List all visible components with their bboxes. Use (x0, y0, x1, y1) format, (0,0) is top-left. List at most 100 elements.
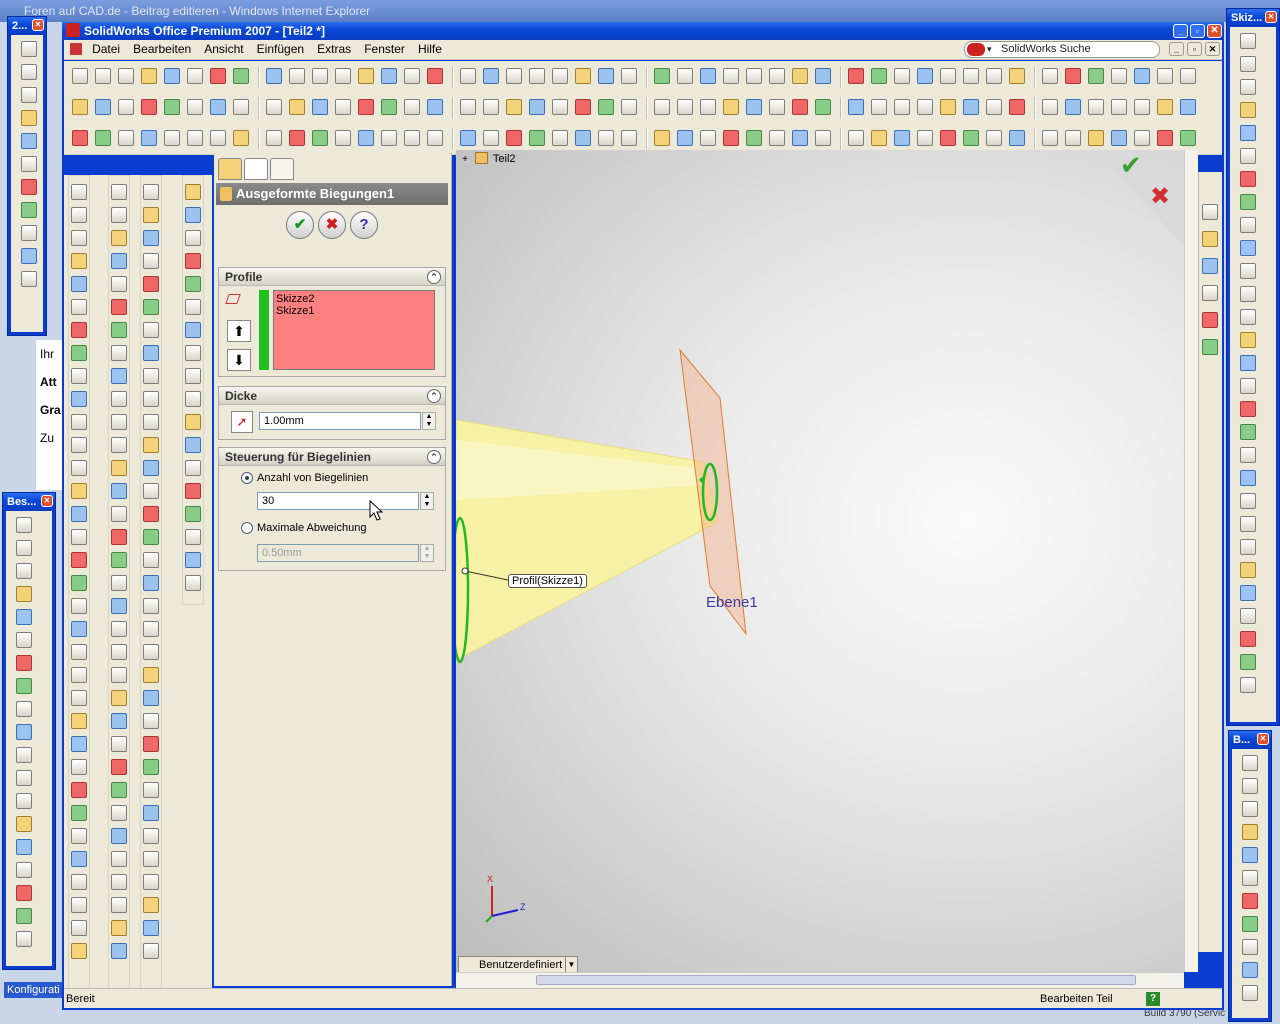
toolbar-tool-icon[interactable] (143, 851, 159, 867)
toolbar-tool-icon[interactable] (1242, 778, 1258, 794)
toolbar-tool-icon[interactable] (185, 253, 201, 269)
toolbar-tool-icon[interactable] (621, 68, 637, 84)
toolbar-tool-icon[interactable] (71, 943, 87, 959)
toolbar-tool-icon[interactable] (848, 130, 864, 146)
doc-close-button[interactable]: ✕ (1205, 42, 1220, 56)
toolbar-tool-icon[interactable] (185, 207, 201, 223)
bend-lines-count-input[interactable]: 30 (257, 492, 419, 510)
callout-label[interactable]: Profil(Skizze1) (508, 574, 587, 588)
toolbar-tool-icon[interactable] (871, 68, 887, 84)
toolbar-tool-icon[interactable] (1111, 99, 1127, 115)
toolbar-tool-icon[interactable] (506, 99, 522, 115)
toolbar-tool-icon[interactable] (986, 99, 1002, 115)
toolbar-tool-icon[interactable] (111, 184, 127, 200)
toolbar-tool-icon[interactable] (815, 68, 831, 84)
toolbar-tool-icon[interactable] (16, 862, 32, 878)
toolbar-tool-icon[interactable] (404, 68, 420, 84)
toolbar-tool-icon[interactable] (16, 678, 32, 694)
toolbar-tool-icon[interactable] (143, 414, 159, 430)
toolbar-tool-icon[interactable] (143, 437, 159, 453)
toolbar-tool-icon[interactable] (1242, 755, 1258, 771)
toolbar-tool-icon[interactable] (111, 782, 127, 798)
toolbar-tool-icon[interactable] (723, 130, 739, 146)
doc-restore-button[interactable]: ▫ (1187, 42, 1202, 56)
toolbar-tool-icon[interactable] (1042, 68, 1058, 84)
toolbar-tool-icon[interactable] (404, 99, 420, 115)
toolbar-tool-icon[interactable] (16, 770, 32, 786)
toolbar-tool-icon[interactable] (21, 110, 37, 126)
toolbar-tool-icon[interactable] (963, 99, 979, 115)
toolbar-tool-icon[interactable] (1240, 332, 1256, 348)
toolbar-tool-icon[interactable] (185, 575, 201, 591)
toolbar-tool-icon[interactable] (1240, 148, 1256, 164)
toolbar-tool-icon[interactable] (1240, 263, 1256, 279)
toolbar-tool-icon[interactable] (71, 667, 87, 683)
toolbar-tool-icon[interactable] (1202, 231, 1218, 247)
toolbar-tool-icon[interactable] (1242, 824, 1258, 840)
menu-fenster[interactable]: Fenster (359, 40, 410, 58)
toolbar-tool-icon[interactable] (1240, 516, 1256, 532)
toolbar-tool-icon[interactable] (1242, 962, 1258, 978)
toolbar-tool-icon[interactable] (335, 99, 351, 115)
toolbar-tool-icon[interactable] (111, 897, 127, 913)
document-menu-icon[interactable] (70, 43, 82, 55)
toolbar-tool-icon[interactable] (111, 207, 127, 223)
toolbar-tool-icon[interactable] (598, 68, 614, 84)
toolbar-tool-icon[interactable] (111, 552, 127, 568)
toolbar-tool-icon[interactable] (1180, 68, 1196, 84)
toolbar-tool-icon[interactable] (143, 621, 159, 637)
taskbar-konfiguration[interactable]: Konfigurati (4, 982, 64, 998)
toolbar-tool-icon[interactable] (1240, 355, 1256, 371)
toolbar-tool-icon[interactable] (111, 345, 127, 361)
toolbar-tool-icon[interactable] (111, 598, 127, 614)
toolbar-tool-icon[interactable] (95, 99, 111, 115)
toolbar-tool-icon[interactable] (71, 437, 87, 453)
minimize-button[interactable]: _ (1173, 24, 1188, 38)
toolbar-tool-icon[interactable] (654, 130, 670, 146)
toolbar-tool-icon[interactable] (143, 598, 159, 614)
toolbar-tool-icon[interactable] (460, 99, 476, 115)
toolbar-tool-icon[interactable] (233, 99, 249, 115)
toolbar-tool-icon[interactable] (312, 130, 328, 146)
toolbar-tool-icon[interactable] (111, 828, 127, 844)
search-box[interactable]: ▾ SolidWorks Suche (964, 41, 1160, 58)
toolbar-tool-icon[interactable] (1240, 585, 1256, 601)
toolbar-tool-icon[interactable] (185, 322, 201, 338)
tab-featuremanager[interactable] (218, 158, 242, 180)
toolbar-tool-icon[interactable] (143, 253, 159, 269)
toolbar-tool-icon[interactable] (1180, 99, 1196, 115)
toolbar-tool-icon[interactable] (71, 713, 87, 729)
toolbar-tool-icon[interactable] (71, 230, 87, 246)
profile-item[interactable]: Skizze1 (276, 305, 432, 317)
help-button[interactable]: ? (350, 211, 378, 239)
toolbar-tool-icon[interactable] (210, 68, 226, 84)
toolbar-tool-icon[interactable] (21, 202, 37, 218)
toolbar-tool-icon[interactable] (143, 345, 159, 361)
toolbar-tool-icon[interactable] (289, 68, 305, 84)
toolbar-tool-icon[interactable] (141, 99, 157, 115)
toolbar-tool-icon[interactable] (143, 184, 159, 200)
bend-control-group-header[interactable]: Steuerung für Biegelinien ⌃ (219, 448, 445, 466)
toolbar-tool-icon[interactable] (111, 391, 127, 407)
toolbar-tool-icon[interactable] (111, 299, 127, 315)
toolbar-tool-icon[interactable] (792, 68, 808, 84)
toolbar-tool-icon[interactable] (483, 130, 499, 146)
toolbar-tool-icon[interactable] (21, 133, 37, 149)
toolbar-tool-icon[interactable] (16, 931, 32, 947)
toolbar-tool-icon[interactable] (16, 701, 32, 717)
toolbar-tool-icon[interactable] (233, 68, 249, 84)
toolbar-tool-icon[interactable] (1240, 562, 1256, 578)
toolbar-tool-icon[interactable] (71, 598, 87, 614)
toolbar-tool-icon[interactable] (1240, 171, 1256, 187)
thickness-spinner[interactable]: ▲ ▼ (422, 412, 436, 430)
confirm-ok-icon[interactable]: ✔ (1120, 150, 1142, 181)
toolbar-tool-icon[interactable] (848, 68, 864, 84)
toolbar-tool-icon[interactable] (871, 99, 887, 115)
toolbar-tool-icon[interactable] (1180, 130, 1196, 146)
toolbar-tool-icon[interactable] (1009, 130, 1025, 146)
toolbar-tool-icon[interactable] (141, 68, 157, 84)
toolbar-tool-icon[interactable] (164, 99, 180, 115)
toolbar-tool-icon[interactable] (1240, 401, 1256, 417)
toolbar-tool-icon[interactable] (1157, 68, 1173, 84)
toolbar-tool-icon[interactable] (894, 130, 910, 146)
